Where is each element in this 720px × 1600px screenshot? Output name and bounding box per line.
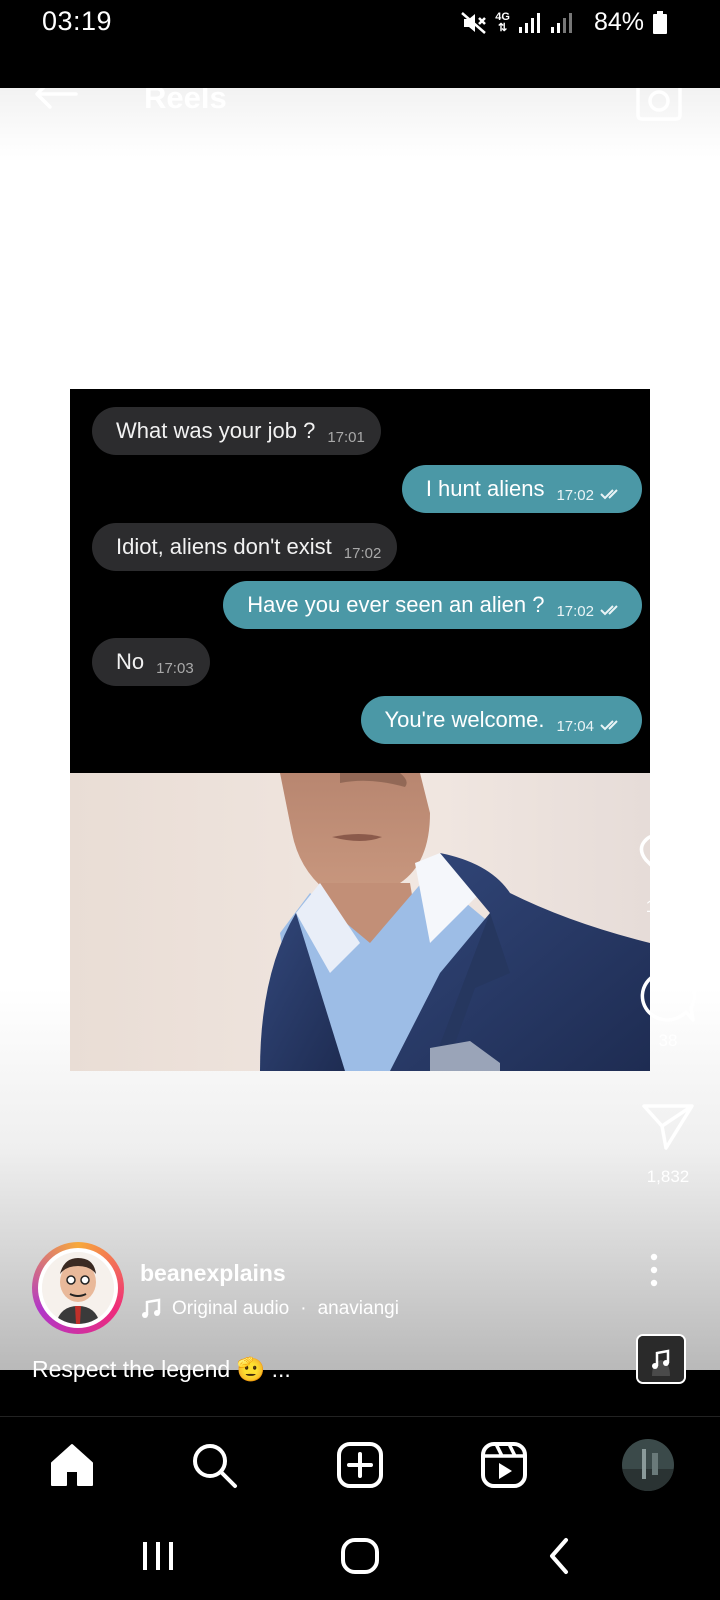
more-options-button[interactable] [648, 1252, 660, 1293]
chat-message: I hunt aliens 17:02 [401, 465, 642, 513]
back-button[interactable] [32, 88, 80, 117]
message-time: 17:02 [343, 544, 382, 562]
nav-reels[interactable] [480, 1441, 528, 1494]
audio-info[interactable]: Original audio · anaviangi [140, 1298, 440, 1320]
message-time: 17:03 [156, 659, 194, 677]
status-icons: 4G ⇅ 84% [461, 8, 668, 37]
like-button[interactable]: 10.9K [638, 832, 698, 917]
read-ticks-icon [600, 720, 618, 731]
message-time: 17:01 [327, 428, 365, 446]
comment-icon [640, 970, 697, 1022]
message-time: 17:04 [556, 717, 594, 735]
nav-search[interactable] [190, 1441, 238, 1494]
home-circle-icon [341, 1538, 379, 1574]
camera-icon [636, 88, 682, 121]
message-text: Idiot, aliens don't exist [116, 534, 332, 559]
reels-icon [481, 1442, 527, 1488]
nav-home[interactable] [48, 1441, 96, 1494]
audio-title: Original audio [172, 1298, 290, 1319]
system-navigation [0, 1516, 720, 1600]
send-icon [642, 1104, 694, 1150]
network-badge: 4G ⇅ [495, 10, 510, 34]
message-time: 17:02 [556, 486, 594, 504]
music-note-icon [142, 1298, 161, 1318]
message-text: What was your job ? [116, 418, 316, 443]
message-text: Have you ever seen an alien ? [247, 592, 545, 617]
audio-user: anaviangi [317, 1298, 399, 1319]
chat-message: No 17:03 [92, 638, 210, 686]
nav-profile[interactable] [622, 1439, 674, 1496]
reel-viewer[interactable]: Reels What was your job ? 17:01 I hunt a… [0, 88, 720, 1370]
message-time: 17:02 [556, 602, 594, 620]
home-system-button[interactable] [340, 1536, 380, 1581]
battery-icon [653, 10, 667, 34]
avatar[interactable] [32, 1242, 124, 1334]
like-count: 10.9K [645, 897, 691, 916]
man-in-suit-image [260, 773, 650, 1071]
status-time: 03:19 [42, 6, 113, 36]
camera-button[interactable] [634, 88, 684, 128]
chat-message: What was your job ? 17:01 [92, 407, 381, 455]
recent-apps-icon [143, 1542, 173, 1570]
home-icon [51, 1444, 93, 1486]
meme-photo [70, 773, 650, 1071]
profile-avatar [622, 1439, 674, 1491]
chat-message: Idiot, aliens don't exist 17:02 [92, 523, 398, 571]
battery-percent: 84% [593, 8, 644, 36]
read-ticks-icon [600, 489, 618, 500]
network-type: 4G [495, 10, 510, 23]
chat-message: Have you ever seen an alien ? 17:02 [223, 581, 642, 629]
audio-thumbnail[interactable] [636, 1334, 686, 1384]
search-icon [193, 1444, 237, 1488]
status-bar: 03:19 4G ⇅ 84% [0, 0, 720, 88]
chat-screenshot: What was your job ? 17:01 I hunt aliens … [70, 389, 650, 773]
nav-create[interactable] [336, 1441, 384, 1494]
read-ticks-icon [600, 605, 618, 616]
heart-icon [639, 833, 697, 884]
more-vertical-icon [650, 1253, 658, 1287]
chevron-left-icon [550, 1538, 568, 1574]
comment-count: 38 [658, 1031, 678, 1050]
music-note-icon [638, 1336, 684, 1382]
message-text: No [116, 649, 145, 674]
signal-2-icon [550, 12, 572, 33]
comment-button[interactable]: 38 [638, 968, 698, 1051]
message-text: You're welcome. [384, 707, 545, 732]
create-icon [337, 1442, 383, 1488]
separator: · [300, 1298, 307, 1319]
signal-icon [518, 12, 540, 33]
post-caption[interactable]: Respect the legend 🫡 ... [32, 1356, 291, 1383]
back-system-button[interactable] [544, 1536, 574, 1581]
arrow-left-icon [35, 88, 78, 109]
share-button[interactable]: 1,832 [638, 1098, 698, 1187]
mute-icon [461, 11, 487, 34]
recent-apps-button[interactable] [140, 1538, 176, 1579]
page-title: Reels [144, 88, 227, 115]
post-author: beanexplains Original audio · anaviangi [32, 1242, 712, 1338]
chat-message: You're welcome. 17:04 [360, 696, 642, 744]
bottom-navigation [0, 1416, 720, 1517]
share-count: 1,832 [646, 1167, 690, 1186]
avatar-image [42, 1252, 114, 1324]
message-text: I hunt aliens [425, 476, 545, 501]
username[interactable]: beanexplains [140, 1260, 286, 1287]
